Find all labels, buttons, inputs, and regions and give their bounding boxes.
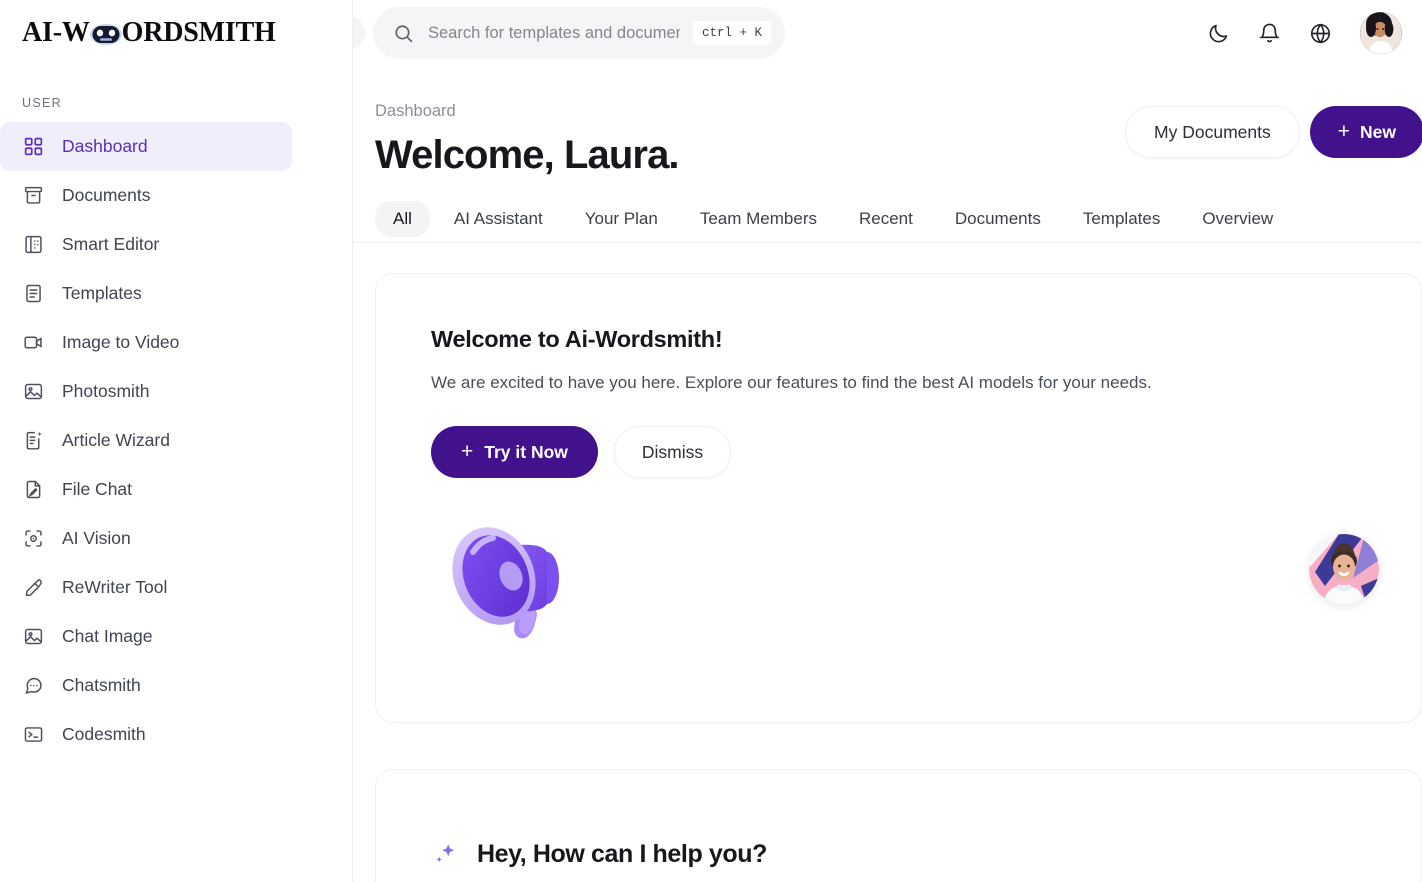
sidebar-item-label: Chat Image (62, 626, 153, 646)
sparkles-icon (431, 841, 459, 869)
sidebar-nav: Dashboard Documents Smart Editor Templat… (0, 122, 352, 759)
page-header: Dashboard Welcome, Laura. My Documents +… (353, 66, 1422, 178)
image-photo-icon (22, 626, 44, 648)
sidebar-item-label: Chatsmith (62, 675, 141, 695)
welcome-card: Welcome to Ai-Wordsmith! We are excited … (375, 273, 1422, 723)
tab-all[interactable]: All (375, 201, 430, 237)
sidebar-item-label: File Chat (62, 479, 133, 499)
terminal-code-icon (22, 724, 44, 746)
sidebar-item-smart-editor[interactable]: Smart Editor (0, 220, 292, 269)
sidebar-item-image-to-video[interactable]: Image to Video (0, 318, 292, 367)
person-avatar (1309, 534, 1379, 604)
new-label: New (1360, 121, 1396, 142)
welcome-card-title: Welcome to Ai-Wordsmith! (431, 326, 723, 352)
topbar-actions (1207, 12, 1404, 54)
sidebar-item-chatsmith[interactable]: Chatsmith (0, 661, 292, 710)
logo-text-prefix: AI-W (22, 17, 90, 48)
file-pen-icon (22, 479, 44, 501)
sidebar: AI-W ORDSMITH USER Dashboard Documents S… (0, 0, 353, 882)
logo-text-suffix: ORDSMITH (121, 17, 276, 48)
sidebar-section-label: USER (22, 96, 62, 110)
sidebar-item-rewriter-tool[interactable]: ReWriter Tool (0, 563, 292, 612)
tab-recent[interactable]: Recent (841, 201, 931, 237)
sidebar-item-label: Article Wizard (62, 430, 170, 450)
sidebar-item-label: Codesmith (62, 724, 146, 744)
sidebar-item-label: Dashboard (62, 136, 148, 156)
grid-dashboard-icon (22, 136, 44, 158)
content-area: Welcome to Ai-Wordsmith! We are excited … (353, 243, 1422, 882)
bell-icon[interactable] (1258, 22, 1281, 45)
sidebar-item-label: Templates (62, 283, 142, 303)
sidebar-item-article-wizard[interactable]: Article Wizard (0, 416, 292, 465)
image-photo-icon (22, 381, 44, 403)
sidebar-item-ai-vision[interactable]: AI Vision (0, 514, 292, 563)
scan-eye-icon (22, 528, 44, 550)
main-content: ctrl + K (353, 0, 1422, 882)
search-shortcut-badge: ctrl + K (692, 21, 771, 45)
video-camera-icon (22, 332, 44, 354)
sidebar-item-label: AI Vision (62, 528, 131, 548)
logo[interactable]: AI-W ORDSMITH (0, 0, 352, 66)
app-root: AI-W ORDSMITH USER Dashboard Documents S… (0, 0, 1422, 882)
article-wand-icon (22, 430, 44, 452)
tab-ai-assistant[interactable]: AI Assistant (436, 201, 561, 237)
try-it-now-button[interactable]: + Try it Now (431, 426, 598, 478)
search-icon (393, 23, 415, 44)
archive-box-icon (22, 185, 44, 207)
tab-your-plan[interactable]: Your Plan (567, 201, 676, 237)
dismiss-label: Dismiss (641, 441, 704, 462)
sidebar-item-label: ReWriter Tool (62, 577, 168, 597)
tab-team-members[interactable]: Team Members (682, 201, 835, 237)
try-it-now-label: Try it Now (484, 441, 568, 462)
search-input[interactable] (428, 23, 680, 43)
sidebar-item-codesmith[interactable]: Codesmith (0, 710, 292, 759)
panel-editor-icon (22, 234, 44, 256)
header-actions: My Documents + New (1125, 106, 1422, 158)
welcome-card-actions: + Try it Now Dismiss (431, 426, 1421, 478)
chat-bubble-icon (22, 675, 44, 697)
assistant-card-title: Hey, How can I help you? (477, 840, 767, 868)
megaphone-3d-icon (439, 500, 589, 650)
sidebar-item-file-chat[interactable]: File Chat (0, 465, 292, 514)
tab-documents[interactable]: Documents (937, 201, 1059, 237)
pen-rewrite-icon (22, 577, 44, 599)
plus-icon: + (461, 439, 474, 463)
sidebar-item-label: Image to Video (62, 332, 180, 352)
sidebar-item-label: Documents (62, 185, 151, 205)
topbar: ctrl + K (353, 0, 1422, 66)
assistant-card-header: Hey, How can I help you? (431, 840, 1421, 869)
my-documents-button[interactable]: My Documents (1125, 106, 1300, 158)
moon-icon[interactable] (1207, 22, 1230, 45)
sidebar-item-label: Photosmith (62, 381, 150, 401)
chevron-left-icon (353, 22, 357, 44)
tab-overview[interactable]: Overview (1184, 201, 1291, 237)
sidebar-item-documents[interactable]: Documents (0, 171, 292, 220)
sidebar-item-photosmith[interactable]: Photosmith (0, 367, 292, 416)
new-button[interactable]: + New (1309, 106, 1422, 158)
sidebar-item-chat-image[interactable]: Chat Image (0, 612, 292, 661)
sidebar-item-templates[interactable]: Templates (0, 269, 292, 318)
document-lines-icon (22, 283, 44, 305)
user-avatar[interactable] (1360, 12, 1402, 54)
tab-templates[interactable]: Templates (1065, 201, 1178, 237)
sidebar-collapse-button[interactable] (353, 16, 365, 50)
dismiss-button[interactable]: Dismiss (613, 426, 732, 478)
robot-face-icon (89, 23, 123, 45)
assistant-card: Hey, How can I help you? (375, 769, 1422, 882)
sidebar-item-dashboard[interactable]: Dashboard (0, 122, 292, 171)
sidebar-item-label: Smart Editor (62, 234, 160, 254)
search-bar[interactable]: ctrl + K (373, 7, 785, 59)
tab-bar: All AI Assistant Your Plan Team Members … (353, 178, 1422, 242)
welcome-card-subtitle: We are excited to have you here. Explore… (431, 373, 1152, 392)
globe-icon[interactable] (1309, 22, 1332, 45)
plus-icon: + (1337, 119, 1351, 143)
my-documents-label: My Documents (1154, 121, 1271, 142)
